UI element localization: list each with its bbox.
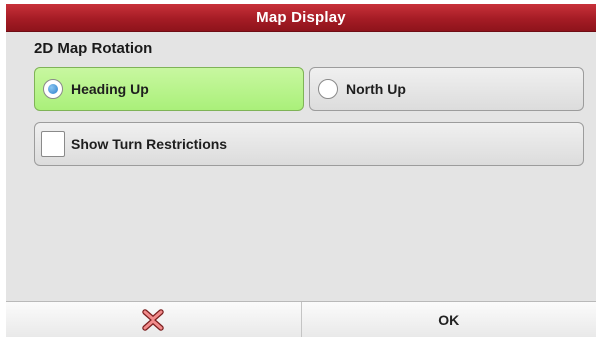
dialog-footer: OK <box>6 301 596 337</box>
show-turn-restrictions-option[interactable]: Show Turn Restrictions <box>34 122 584 166</box>
radio-selected-dot-icon <box>48 84 58 94</box>
heading-up-label: Heading Up <box>71 81 149 97</box>
turn-restrictions-checkbox[interactable] <box>41 131 65 157</box>
close-x-icon <box>142 308 164 331</box>
ok-button[interactable]: OK <box>300 302 597 337</box>
map-rotation-label: 2D Map Rotation <box>34 40 153 57</box>
heading-up-radio[interactable] <box>43 79 63 99</box>
turn-restrictions-label: Show Turn Restrictions <box>71 136 228 152</box>
heading-up-option[interactable]: Heading Up <box>34 67 304 111</box>
map-display-dialog: Map Display 2D Map Rotation Heading Up N… <box>6 4 596 337</box>
ok-button-label: OK <box>438 311 460 328</box>
north-up-option[interactable]: North Up <box>309 67 584 111</box>
cancel-button[interactable] <box>6 302 301 337</box>
dialog-title-bar: Map Display <box>6 4 596 32</box>
dialog-title: Map Display <box>256 9 346 26</box>
north-up-radio[interactable] <box>318 79 338 99</box>
north-up-label: North Up <box>346 81 406 97</box>
